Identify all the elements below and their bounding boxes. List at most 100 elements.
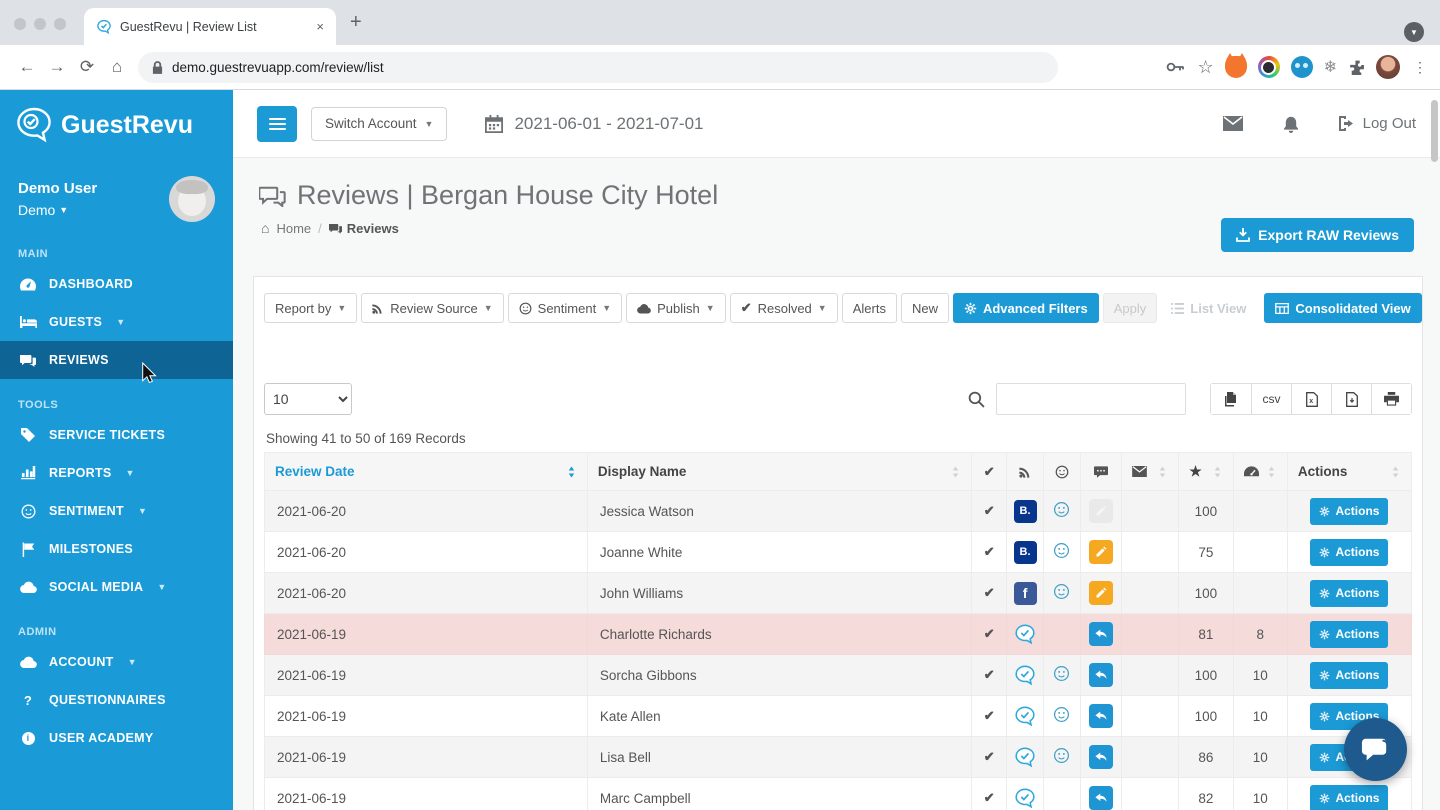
- excel-button[interactable]: x: [1291, 384, 1331, 414]
- reply-icon[interactable]: [1088, 786, 1113, 810]
- actions-column-header[interactable]: Actions: [1286, 452, 1413, 491]
- table-row[interactable]: 2021-06-19 Kate Allen ✔ 100 10 Actions: [264, 695, 1413, 737]
- bookmark-star-icon[interactable]: ☆: [1197, 57, 1213, 78]
- actions-button[interactable]: Actions: [1310, 784, 1389, 810]
- advanced-filters-button[interactable]: Advanced Filters: [952, 293, 1099, 323]
- tab-search-icon[interactable]: ▼: [1404, 22, 1424, 42]
- publish-filter[interactable]: Publish ▼: [626, 293, 726, 323]
- resolved-filter[interactable]: ✔ Resolved ▼: [729, 293, 838, 323]
- password-key-icon[interactable]: [1166, 60, 1186, 74]
- actions-button[interactable]: Actions: [1310, 661, 1389, 689]
- actions-button[interactable]: Actions: [1310, 620, 1389, 648]
- back-icon[interactable]: ←: [12, 57, 42, 77]
- browser-menu-icon[interactable]: ⋮: [1413, 59, 1428, 76]
- date-range-text: 2021-06-01 - 2021-07-01: [514, 113, 704, 133]
- draft-response-icon[interactable]: [1088, 499, 1113, 523]
- extensions-puzzle-icon[interactable]: [1348, 59, 1365, 76]
- list-view-button[interactable]: List View: [1161, 293, 1256, 323]
- sidebar-item-milestones[interactable]: MILESTONES: [0, 530, 233, 568]
- display-name-header[interactable]: Display Name: [586, 452, 973, 491]
- sentiment-filter[interactable]: Sentiment ▼: [507, 293, 623, 323]
- window-minimize-button[interactable]: [34, 18, 46, 30]
- new-filter[interactable]: New: [900, 293, 949, 323]
- hamburger-menu-button[interactable]: [257, 105, 297, 142]
- actions-button[interactable]: Actions: [1310, 579, 1389, 607]
- email-column-header[interactable]: [1120, 452, 1180, 491]
- page-size-select[interactable]: 10: [264, 383, 352, 415]
- messages-envelope-icon[interactable]: [1222, 116, 1243, 131]
- print-button[interactable]: [1371, 384, 1411, 414]
- resolved-column-header[interactable]: ✔: [971, 452, 1008, 491]
- extension-snowflake-icon[interactable]: ❄: [1324, 57, 1337, 77]
- sidebar-item-social-media[interactable]: SOCIAL MEDIA ▼: [0, 568, 233, 606]
- search-input[interactable]: [996, 383, 1186, 415]
- export-raw-reviews-button[interactable]: Export RAW Reviews: [1221, 218, 1414, 252]
- sidebar-item-reports[interactable]: REPORTS ▼: [0, 454, 233, 492]
- sidebar-item-questionnaires[interactable]: ? QUESTIONNAIRES: [0, 681, 233, 719]
- pdf-button[interactable]: [1331, 384, 1371, 414]
- forward-icon[interactable]: →: [42, 57, 72, 77]
- sidebar-item-account[interactable]: ACCOUNT ▼: [0, 643, 233, 681]
- new-tab-button[interactable]: +: [350, 11, 362, 34]
- envelope-cell: [1120, 572, 1180, 614]
- address-bar[interactable]: demo.guestrevuapp.com/review/list: [138, 51, 1058, 83]
- browser-tab[interactable]: GuestRevu | Review List ×: [84, 8, 336, 45]
- sentiment-column-header[interactable]: [1042, 452, 1081, 491]
- table-row[interactable]: 2021-06-20 John Williams ✔ f 100 Actions: [264, 572, 1413, 614]
- comments-icon: [18, 354, 38, 367]
- table-row[interactable]: 2021-06-20 Jessica Watson ✔ B. 100 Actio…: [264, 490, 1413, 532]
- reply-icon[interactable]: [1088, 663, 1113, 687]
- copy-button[interactable]: [1211, 384, 1251, 414]
- review-source-filter[interactable]: Review Source ▼: [361, 293, 504, 323]
- review-date-header[interactable]: Review Date: [264, 452, 588, 491]
- date-range-picker[interactable]: 2021-06-01 - 2021-07-01: [485, 113, 704, 134]
- rating-column-header[interactable]: [1232, 452, 1288, 491]
- reply-icon[interactable]: [1088, 704, 1113, 728]
- extension-owl-icon[interactable]: [1290, 56, 1313, 78]
- extension-camera-icon[interactable]: [1257, 56, 1280, 78]
- sidebar-item-reviews[interactable]: REVIEWS: [0, 341, 233, 379]
- breadcrumb-home-link[interactable]: Home: [276, 221, 311, 236]
- scrollbar-thumb[interactable]: [1431, 100, 1438, 162]
- csv-button[interactable]: csv: [1251, 384, 1291, 414]
- source-column-header[interactable]: [1006, 452, 1044, 491]
- guestrevu-logo[interactable]: GuestRevu: [0, 90, 233, 150]
- reload-icon[interactable]: ⟳: [72, 57, 102, 77]
- window-maximize-button[interactable]: [54, 18, 66, 30]
- draft-response-icon[interactable]: [1088, 540, 1113, 564]
- sidebar-item-service-tickets[interactable]: SERVICE TICKETS: [0, 416, 233, 454]
- account-switcher[interactable]: Demo ▼: [18, 202, 169, 218]
- draft-response-icon[interactable]: [1088, 581, 1113, 605]
- table-row[interactable]: 2021-06-19 Lisa Bell ✔ 86 10 Actions: [264, 736, 1413, 778]
- gear-icon: [964, 302, 977, 314]
- sidebar-item-guests[interactable]: GUESTS ▼: [0, 303, 233, 341]
- table-row[interactable]: 2021-06-19 Sorcha Gibbons ✔ 100 10 Actio…: [264, 654, 1413, 696]
- reply-icon[interactable]: [1088, 622, 1113, 646]
- actions-button[interactable]: Actions: [1310, 497, 1389, 525]
- profile-avatar[interactable]: [1376, 55, 1400, 79]
- report-by-filter[interactable]: Report by ▼: [264, 293, 358, 323]
- user-avatar[interactable]: [169, 176, 215, 222]
- extension-fox-icon[interactable]: [1224, 53, 1247, 78]
- logout-button[interactable]: Log Out: [1338, 115, 1416, 132]
- tab-close-icon[interactable]: ×: [316, 19, 324, 34]
- table-row-alert[interactable]: 2021-06-19 Charlotte Richards ✔ 81 8 Act…: [264, 613, 1413, 655]
- chat-widget-button[interactable]: [1344, 718, 1407, 781]
- table-row[interactable]: 2021-06-20 Joanne White ✔ B. 75 Actions: [264, 531, 1413, 573]
- table-row[interactable]: 2021-06-19 Marc Campbell ✔ 82 10 Actions: [264, 777, 1413, 810]
- sidebar-item-dashboard[interactable]: DASHBOARD: [0, 265, 233, 303]
- home-icon[interactable]: ⌂: [102, 57, 132, 77]
- notifications-bell-icon[interactable]: [1283, 115, 1299, 133]
- score-column-header[interactable]: ★: [1178, 452, 1234, 491]
- reply-icon[interactable]: [1088, 745, 1113, 769]
- sidebar-item-sentiment[interactable]: SENTIMENT ▼: [0, 492, 233, 530]
- switch-account-button[interactable]: Switch Account ▼: [311, 106, 448, 141]
- sidebar-item-user-academy[interactable]: i USER ACADEMY: [0, 719, 233, 757]
- actions-button[interactable]: Actions: [1310, 538, 1389, 566]
- window-controls[interactable]: [14, 18, 66, 30]
- window-close-button[interactable]: [14, 18, 26, 30]
- consolidated-view-button[interactable]: Consolidated View: [1264, 293, 1422, 323]
- response-column-header[interactable]: [1079, 452, 1122, 491]
- apply-button[interactable]: Apply: [1102, 293, 1158, 323]
- alerts-filter[interactable]: Alerts: [841, 293, 897, 323]
